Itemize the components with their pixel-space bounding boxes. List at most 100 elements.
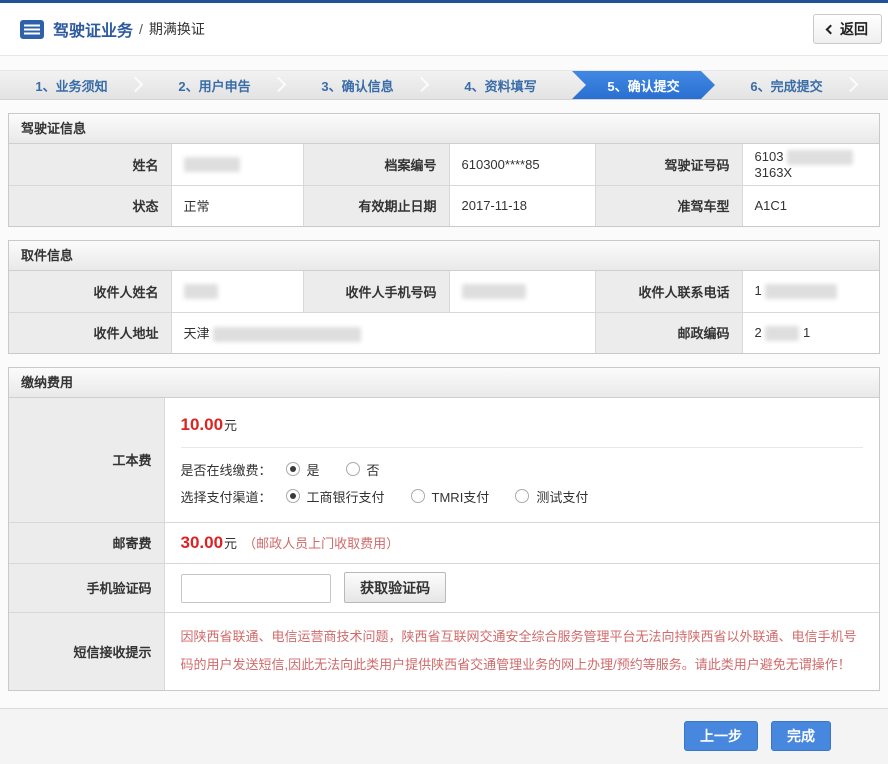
fees-section-title: 缴纳费用: [9, 368, 879, 398]
pickup-section-title: 取件信息: [9, 241, 879, 271]
fees-section: 缴纳费用 工本费 10.00元 是否在线缴费： 是 否: [8, 367, 880, 691]
mail-fee-value: 30.00元 （邮政人员上门收取费用）: [164, 522, 879, 563]
valid-until-label: 有效期止日期: [303, 185, 449, 226]
back-button[interactable]: 返回: [813, 14, 882, 44]
finish-button[interactable]: 完成: [771, 721, 831, 751]
table-row: 收件人地址 天津 邮政编码 2 1: [9, 312, 879, 353]
radio-option-no[interactable]: 否: [346, 460, 380, 479]
redacted-value: [462, 284, 526, 299]
name-value: [171, 144, 303, 185]
license-section-title: 驾驶证信息: [9, 114, 879, 144]
step-1-business-notice[interactable]: 1、业务须知: [0, 71, 143, 99]
production-fee-value: 10.00元 是否在线缴费： 是 否 选择支付渠道：: [164, 398, 879, 522]
breadcrumb-divider: /: [139, 21, 143, 37]
radio-option-test-pay[interactable]: 测试支付: [515, 487, 588, 506]
redacted-value: [765, 326, 799, 341]
postal-code-label: 邮政编码: [595, 312, 742, 353]
radio-selected-icon: [286, 489, 300, 503]
step-6-complete-submit[interactable]: 6、完成提交: [715, 71, 858, 99]
step-3-confirm-info[interactable]: 3、确认信息: [286, 71, 429, 99]
license-number-suffix: 3163X: [755, 165, 793, 180]
table-row: 状态 正常 有效期止日期 2017-11-18 准驾车型 A1C1: [9, 185, 879, 226]
radio-unselected-icon: [515, 489, 529, 503]
table-row: 姓名 档案编号 610300****85 驾驶证号码 6103 3163X: [9, 144, 879, 185]
radio-unselected-icon: [346, 462, 360, 476]
get-sms-code-button[interactable]: 获取验证码: [344, 572, 446, 603]
breadcrumb: 驾驶证业务 / 期满换证: [20, 17, 813, 41]
postal-code-value: 2 1: [742, 312, 879, 353]
production-fee-amount: 10.00: [181, 415, 224, 434]
previous-step-button[interactable]: 上一步: [684, 721, 758, 751]
recipient-address-value: 天津: [171, 312, 595, 353]
redacted-value: [213, 327, 361, 342]
radio-option-yes[interactable]: 是: [286, 460, 320, 479]
license-info-table: 姓名 档案编号 610300****85 驾驶证号码 6103 3163X 状态…: [9, 144, 879, 226]
status-value: 正常: [171, 185, 303, 226]
fees-table: 工本费 10.00元 是否在线缴费： 是 否: [9, 398, 879, 690]
postal-prefix: 2: [755, 325, 762, 340]
pickup-info-section: 取件信息 收件人姓名 收件人手机号码 收件人联系电话 1 收件人地址 天津 邮政…: [8, 240, 880, 354]
table-row: 收件人姓名 收件人手机号码 收件人联系电话 1: [9, 271, 879, 312]
payment-channel-question-row: 选择支付渠道： 工商银行支付 TMRI支付 测试支付: [181, 487, 864, 506]
redacted-value: [184, 157, 240, 172]
step-5-confirm-submit-active[interactable]: 5、确认提交: [572, 71, 715, 99]
radio-option-yes-label: 是: [307, 460, 320, 479]
table-row: 邮寄费 30.00元 （邮政人员上门收取费用）: [9, 522, 879, 563]
recipient-mobile-label: 收件人手机号码: [303, 271, 449, 312]
radio-option-tmri-pay[interactable]: TMRI支付: [411, 487, 490, 506]
sms-code-field-cell: 获取验证码: [164, 563, 879, 612]
valid-until-value: 2017-11-18: [449, 185, 595, 226]
sms-code-label: 手机验证码: [9, 563, 164, 612]
page-header: 驾驶证业务 / 期满换证 返回: [0, 3, 888, 56]
license-number-label: 驾驶证号码: [595, 144, 742, 185]
mail-fee-amount: 30.00: [181, 533, 224, 552]
license-number-prefix: 6103: [755, 149, 784, 164]
name-label: 姓名: [9, 144, 171, 185]
online-payment-question: 是否在线缴费：: [181, 460, 272, 479]
sms-code-input[interactable]: [181, 574, 331, 603]
mail-fee-note: （邮政人员上门收取费用）: [243, 536, 399, 551]
mail-fee-unit: 元: [224, 536, 237, 551]
recipient-phone-value: 1: [742, 271, 879, 312]
pickup-info-table: 收件人姓名 收件人手机号码 收件人联系电话 1 收件人地址 天津 邮政编码 2 …: [9, 271, 879, 353]
recipient-phone-label: 收件人联系电话: [595, 271, 742, 312]
file-number-label: 档案编号: [303, 144, 449, 185]
recipient-name-label: 收件人姓名: [9, 271, 171, 312]
postal-suffix: 1: [803, 325, 810, 340]
redacted-value: [787, 150, 853, 165]
mail-fee-label: 邮寄费: [9, 522, 164, 563]
phone-prefix: 1: [755, 283, 762, 298]
redacted-value: [765, 284, 837, 299]
page-title: 驾驶证业务: [53, 17, 133, 41]
file-number-value: 610300****85: [449, 144, 595, 185]
vehicle-type-label: 准驾车型: [595, 185, 742, 226]
footer-action-bar: 上一步 完成: [0, 708, 888, 764]
sms-notice-label: 短信接收提示: [9, 612, 164, 690]
page-subtitle: 期满换证: [149, 19, 205, 39]
divider: [181, 447, 864, 448]
radio-selected-icon: [286, 462, 300, 476]
online-payment-question-row: 是否在线缴费： 是 否: [181, 460, 864, 479]
vehicle-type-value: A1C1: [742, 185, 879, 226]
step-4-fill-data[interactable]: 4、资料填写: [429, 71, 572, 99]
table-row: 工本费 10.00元 是否在线缴费： 是 否: [9, 398, 879, 522]
recipient-mobile-value: [449, 271, 595, 312]
license-number-value: 6103 3163X: [742, 144, 879, 185]
chevron-left-icon: [826, 25, 836, 35]
sms-notice-cell: 因陕西省联通、电信运营商技术问题，陕西省互联网交通安全综合服务管理平台无法向持陕…: [164, 612, 879, 690]
production-fee-amount-line: 10.00元: [181, 415, 864, 435]
back-button-label: 返回: [840, 19, 868, 39]
payment-channel-question: 选择支付渠道：: [181, 487, 272, 506]
radio-option-icbc-pay[interactable]: 工商银行支付: [286, 487, 385, 506]
radio-option-icbc-label: 工商银行支付: [307, 487, 385, 506]
radio-option-no-label: 否: [367, 460, 380, 479]
table-row: 短信接收提示 因陕西省联通、电信运营商技术问题，陕西省互联网交通安全综合服务管理…: [9, 612, 879, 690]
address-prefix: 天津: [184, 326, 210, 341]
radio-unselected-icon: [411, 489, 425, 503]
redacted-value: [184, 284, 218, 299]
production-fee-unit: 元: [224, 418, 237, 433]
radio-option-test-label: 测试支付: [536, 487, 588, 506]
step-2-user-declaration[interactable]: 2、用户申告: [143, 71, 286, 99]
wizard-steps: 1、业务须知 2、用户申告 3、确认信息 4、资料填写 5、确认提交 6、完成提…: [0, 70, 888, 100]
license-list-icon: [20, 20, 44, 39]
